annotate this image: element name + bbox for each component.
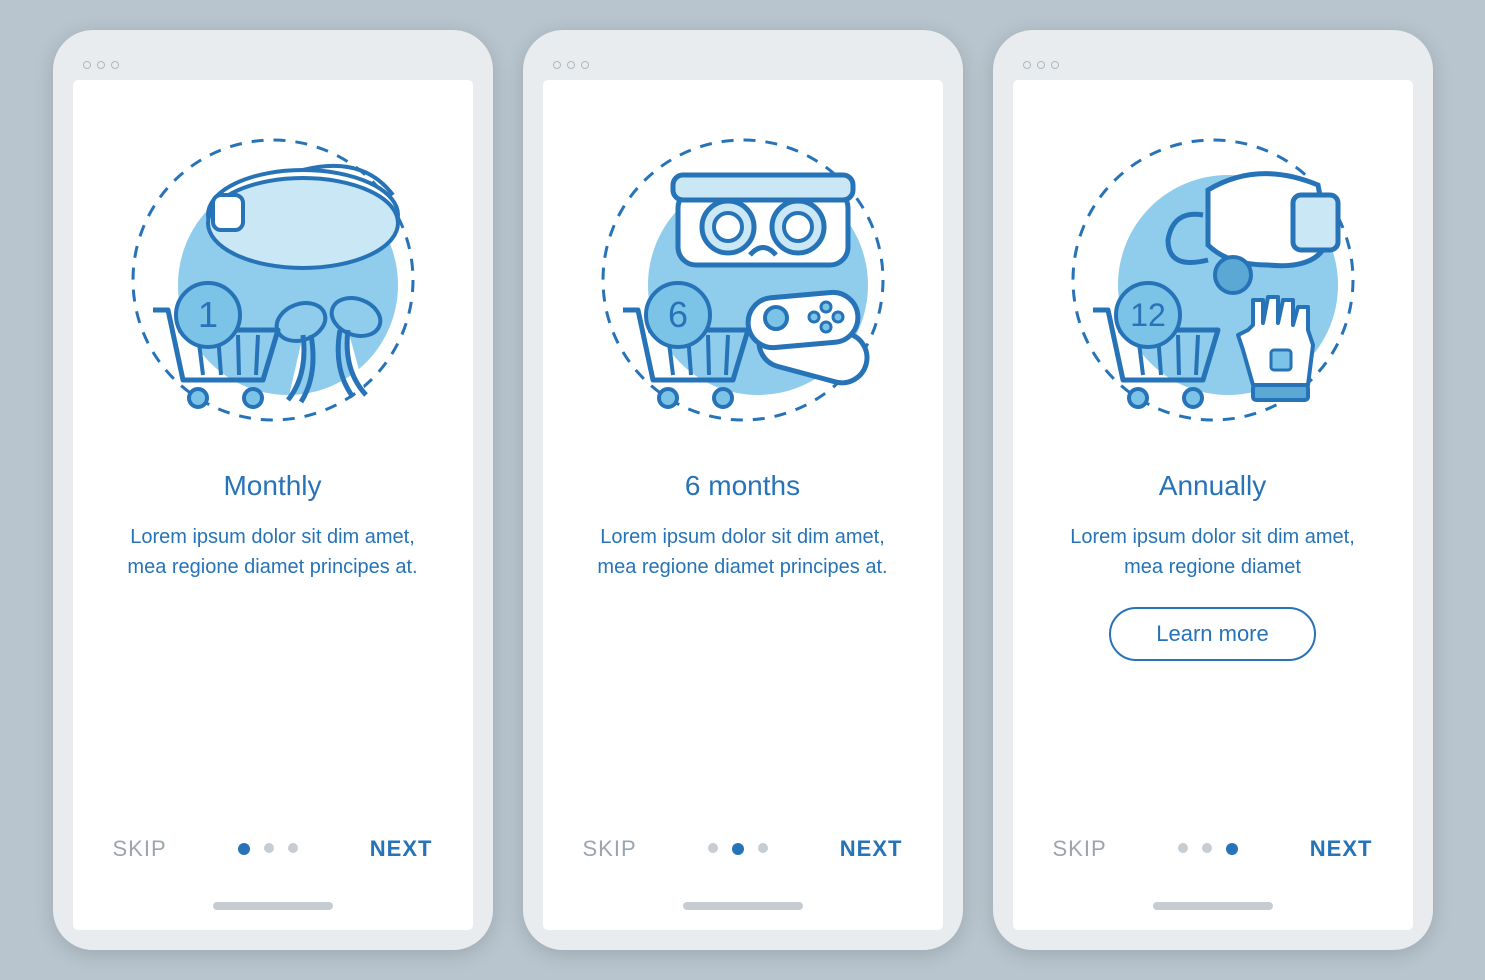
plan-description: Lorem ipsum dolor sit dim amet, mea regi…: [113, 522, 433, 582]
vr-6months-illustration-icon: 6: [583, 110, 903, 450]
onboarding-screen-1: 1 Monthly Lorem ipsum dolor sit dim amet…: [73, 80, 473, 930]
dot-1[interactable]: [238, 843, 250, 855]
plan-title: Annually: [1159, 470, 1266, 502]
home-indicator-icon: [213, 902, 333, 910]
plan-title: 6 months: [685, 470, 800, 502]
dot-3[interactable]: [1226, 843, 1238, 855]
status-indicator-icon: [553, 61, 589, 69]
next-button[interactable]: NEXT: [840, 836, 903, 862]
skip-button[interactable]: SKIP: [583, 836, 637, 862]
status-indicator-icon: [1023, 61, 1059, 69]
phone-mockup-2: 6 6 months Lorem ipsum dolor sit dim ame…: [523, 30, 963, 950]
nav-row: SKIP NEXT: [578, 816, 908, 892]
learn-more-button[interactable]: Learn more: [1109, 607, 1316, 661]
phone-mockup-3: 12 Annually Lorem ipsum dolor sit dim am…: [993, 30, 1433, 950]
plan-description: Lorem ipsum dolor sit dim amet, mea regi…: [583, 522, 903, 582]
dot-3[interactable]: [758, 843, 768, 853]
skip-button[interactable]: SKIP: [1053, 836, 1107, 862]
nav-row: SKIP NEXT: [1048, 816, 1378, 892]
nav-row: SKIP NEXT: [108, 816, 438, 892]
dot-3[interactable]: [288, 843, 298, 853]
status-bar: [1013, 50, 1413, 80]
dot-1[interactable]: [708, 843, 718, 853]
onboarding-screen-2: 6 6 months Lorem ipsum dolor sit dim ame…: [543, 80, 943, 930]
plan-title: Monthly: [223, 470, 321, 502]
vr-monthly-illustration-icon: 1: [113, 110, 433, 450]
phone-mockup-1: 1 Monthly Lorem ipsum dolor sit dim amet…: [53, 30, 493, 950]
dot-1[interactable]: [1178, 843, 1188, 853]
vr-annually-illustration-icon: 12: [1053, 110, 1373, 450]
skip-button[interactable]: SKIP: [113, 836, 167, 862]
svg-text:6: 6: [667, 294, 687, 335]
onboarding-screen-3: 12 Annually Lorem ipsum dolor sit dim am…: [1013, 80, 1413, 930]
svg-text:12: 12: [1130, 297, 1166, 333]
plan-description: Lorem ipsum dolor sit dim amet, mea regi…: [1053, 522, 1373, 582]
next-button[interactable]: NEXT: [1310, 836, 1373, 862]
home-indicator-icon: [1153, 902, 1273, 910]
dot-2[interactable]: [1202, 843, 1212, 853]
page-indicator: [1178, 843, 1238, 855]
next-button[interactable]: NEXT: [370, 836, 433, 862]
status-bar: [73, 50, 473, 80]
status-bar: [543, 50, 943, 80]
badge-number: 1: [197, 294, 217, 335]
dot-2[interactable]: [264, 843, 274, 853]
page-indicator: [708, 843, 768, 855]
status-indicator-icon: [83, 61, 119, 69]
dot-2[interactable]: [732, 843, 744, 855]
home-indicator-icon: [683, 902, 803, 910]
page-indicator: [238, 843, 298, 855]
